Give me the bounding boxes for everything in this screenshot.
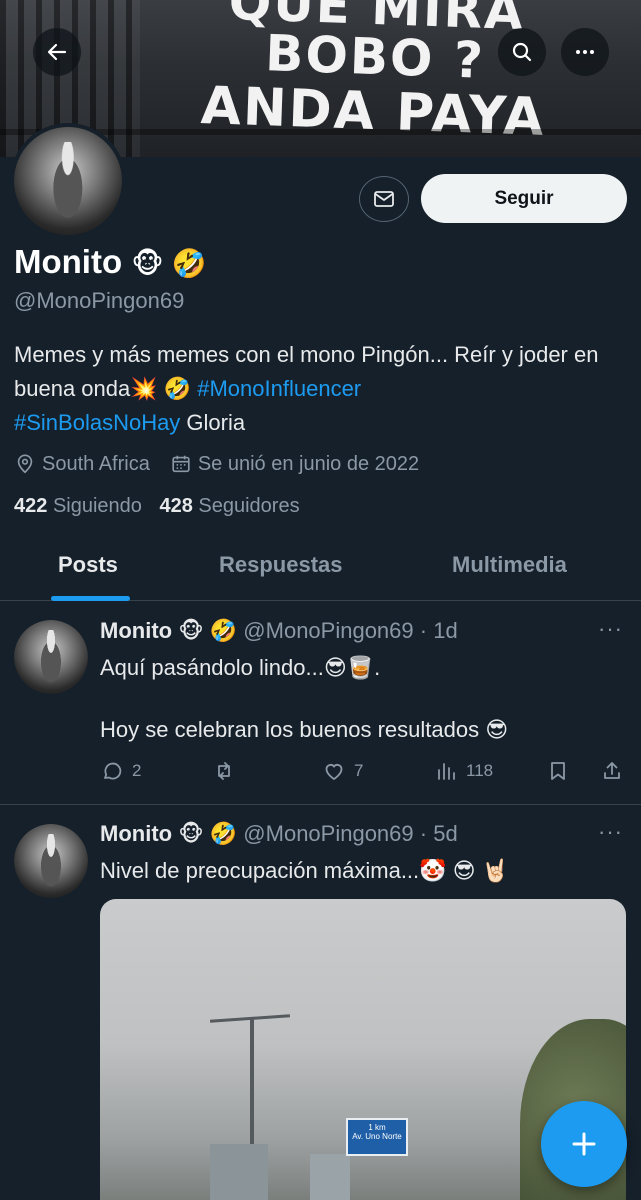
followers-link[interactable]: 428 Seguidores [159, 495, 299, 517]
post-avatar[interactable] [14, 824, 88, 898]
calendar-icon [172, 455, 190, 473]
profile-meta: South Africa Se unió en junio de 2022 [14, 449, 439, 479]
road-sign-street: Av. Uno Norte [352, 1132, 402, 1141]
post-author-handle[interactable]: @MonoPingon69 [243, 618, 413, 643]
share-icon [604, 762, 620, 779]
more-icon [576, 50, 594, 54]
post-author-emoji: 🐵 🤣 [178, 618, 238, 643]
profile-stats: 422 Siguiendo 428 Seguidores [14, 495, 312, 518]
views-button[interactable]: 118 [434, 759, 493, 783]
post-text: Aquí pasándolo lindo...😎🥃. [100, 655, 381, 680]
reply-count: 2 [132, 761, 142, 780]
post-author-name[interactable]: Monito [100, 821, 172, 846]
repost-button[interactable] [212, 759, 244, 783]
arrow-left-icon [47, 43, 67, 61]
post-more-button[interactable]: ··· [598, 616, 628, 642]
tab-respuestas[interactable]: Respuestas [219, 552, 343, 578]
post-actions: 2 7 118 [100, 756, 625, 786]
building [210, 1144, 268, 1200]
post-header: Monito 🐵 🤣 @MonoPingon69 · 1d [100, 618, 458, 644]
profile-bio: Memes y más memes con el mono Pingón... … [14, 338, 629, 440]
repost-icon [218, 762, 230, 780]
like-count: 7 [354, 761, 364, 780]
post-text: Nivel de preocupación máxima...🤡 😎 🤘🏻 [100, 858, 510, 883]
post-divider [0, 804, 641, 805]
profile-avatar[interactable] [10, 123, 126, 239]
post-avatar[interactable] [14, 620, 88, 694]
followers-count: 428 [159, 495, 193, 517]
heart-icon [325, 764, 343, 781]
profile-name-text: Monito [14, 243, 123, 280]
post-time[interactable]: · 5d [420, 821, 458, 846]
followers-label: Seguidores [198, 495, 300, 517]
tab-posts[interactable]: Posts [58, 552, 118, 578]
view-count: 118 [466, 761, 494, 780]
back-button[interactable] [33, 28, 81, 76]
profile-name: Monito 🐵 🤣 [14, 243, 206, 281]
reply-icon [104, 762, 122, 780]
more-options-button[interactable] [561, 28, 609, 76]
building [310, 1154, 350, 1200]
like-button[interactable]: 7 [322, 759, 363, 783]
post-more-button[interactable]: ··· [598, 819, 628, 845]
profile-handle: @MonoPingon69 [14, 288, 185, 313]
hashtag-link[interactable]: #MonoInfluencer [197, 376, 361, 401]
banner-graffiti: QUE MIRA BOBO ? ANDA PAYA [137, 0, 612, 148]
plus-icon [572, 1132, 596, 1156]
post-text-2: Hoy se celebran los buenos resultados 😎 [100, 717, 509, 742]
road-sign-distance: 1 km [368, 1123, 386, 1132]
following-label: Siguiendo [52, 495, 142, 517]
post-author-handle[interactable]: @MonoPingon69 [243, 821, 413, 846]
bookmark-icon [551, 762, 565, 780]
location-pin-icon [17, 454, 33, 474]
reply-button[interactable]: 2 [100, 759, 141, 783]
avatar-image [14, 127, 122, 235]
active-tab-indicator [51, 596, 130, 601]
hashtag-link[interactable]: #SinBolasNoHay [14, 410, 180, 435]
avatar-image [14, 620, 88, 694]
road-sign: 1 km Av. Uno Norte [346, 1118, 408, 1156]
search-button[interactable] [498, 28, 546, 76]
message-button[interactable] [359, 176, 409, 222]
profile-location: South Africa [14, 453, 150, 476]
bookmark-button[interactable] [546, 759, 578, 783]
bio-tail: Gloria [180, 410, 246, 435]
post-header: Monito 🐵 🤣 @MonoPingon69 · 5d [100, 821, 458, 847]
following-link[interactable]: 422 Siguiendo [14, 495, 142, 517]
compose-post-button[interactable] [541, 1101, 627, 1187]
share-button[interactable] [600, 759, 632, 783]
location-text: South Africa [42, 452, 150, 475]
profile-name-emoji: 🐵 🤣 [131, 248, 207, 279]
envelope-icon [374, 191, 394, 207]
views-chart-icon [438, 763, 455, 780]
post-time[interactable]: · 1d [420, 618, 458, 643]
following-count: 422 [14, 495, 48, 517]
search-icon [512, 42, 532, 62]
post-author-emoji: 🐵 🤣 [178, 821, 238, 846]
profile-joined: Se unió en junio de 2022 [170, 453, 419, 476]
profile-tabs: Posts Respuestas Multimedia [0, 535, 641, 601]
tab-multimedia[interactable]: Multimedia [452, 552, 567, 578]
joined-text: Se unió en junio de 2022 [197, 452, 420, 475]
avatar-image [14, 824, 88, 898]
follow-button[interactable]: Seguir [421, 174, 627, 223]
post-author-name[interactable]: Monito [100, 618, 172, 643]
graffiti-line-2: ANDA PAYA [199, 75, 547, 148]
